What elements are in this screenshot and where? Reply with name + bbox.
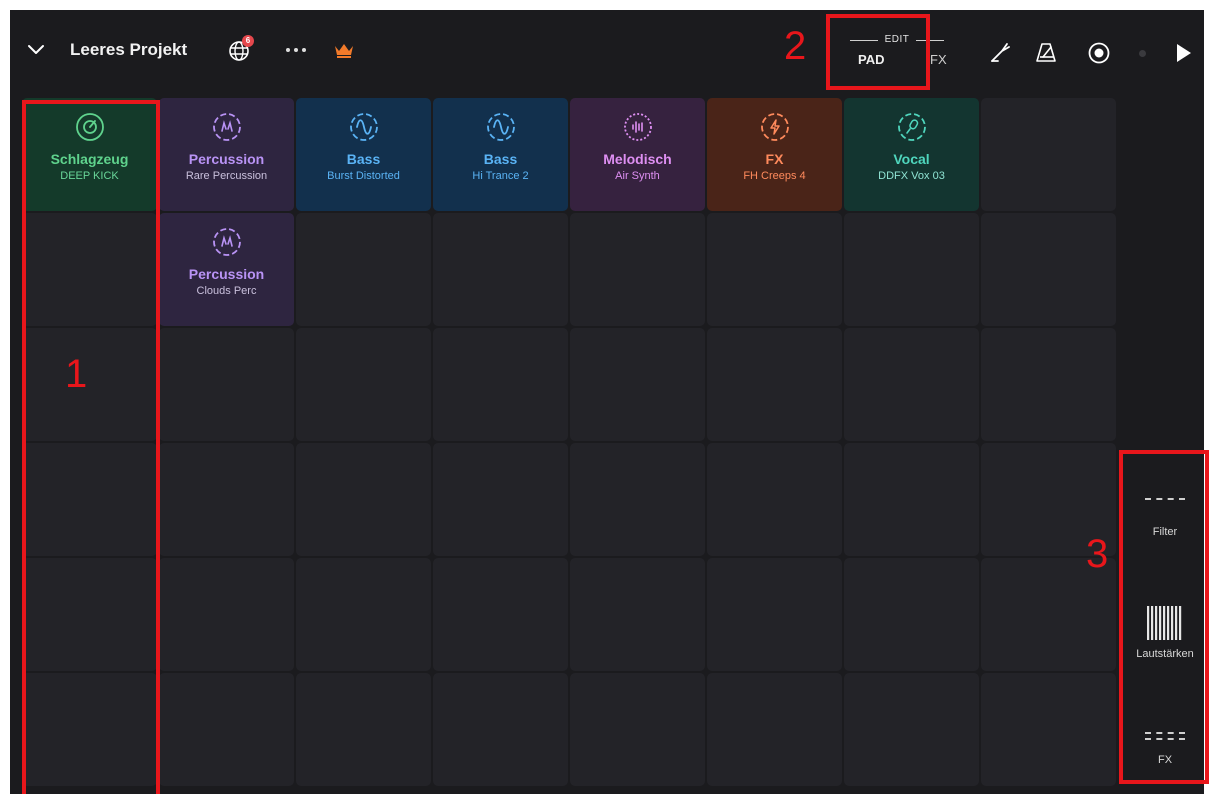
app-window: Leeres Projekt 6 EDIT PAD FX Schlagzeug … (10, 10, 1204, 794)
pad-sound-name: Rare Percussion (185, 170, 268, 182)
pad-sound-name: Clouds Perc (196, 285, 257, 297)
synth-icon (623, 112, 653, 142)
pad-sound-name: DDFX Vox 03 (878, 170, 945, 182)
empty-pad[interactable] (433, 328, 568, 441)
annotation-number-1: 1 (65, 352, 88, 396)
pad-name: Percussion (188, 151, 265, 167)
pad-bass[interactable]: Bass Hi Trance 2 (433, 98, 568, 211)
percussion-icon (212, 227, 242, 257)
empty-pad[interactable] (433, 558, 568, 671)
pad-bass[interactable]: Bass Burst Distorted (296, 98, 431, 211)
bass-wave-icon (486, 112, 516, 142)
empty-pad[interactable] (570, 328, 705, 441)
annotation-number-3: 3 (1086, 532, 1109, 576)
pad-grid: Schlagzeug DEEP KICK Percussion Rare Percu… (22, 98, 1116, 786)
top-bar: Leeres Projekt 6 EDIT PAD FX (10, 10, 1204, 90)
empty-pad[interactable] (159, 558, 294, 671)
globe-icon[interactable]: 6 (226, 35, 254, 64)
empty-pad[interactable] (433, 443, 568, 556)
empty-pad[interactable] (570, 443, 705, 556)
empty-pad[interactable] (844, 558, 979, 671)
pad-sound-name: Hi Trance 2 (472, 170, 529, 182)
empty-pad[interactable] (296, 328, 431, 441)
tuner-icon[interactable] (987, 40, 1013, 66)
pad-name: Bass (346, 151, 381, 167)
bass-wave-icon (349, 112, 379, 142)
pad-name: Vocal (893, 151, 930, 167)
empty-pad[interactable] (159, 443, 294, 556)
empty-pad[interactable] (570, 673, 705, 786)
empty-pad[interactable] (844, 213, 979, 326)
empty-pad[interactable] (707, 558, 842, 671)
pad-sound-name: Air Synth (615, 170, 660, 182)
empty-pad[interactable] (296, 673, 431, 786)
empty-pad[interactable] (707, 213, 842, 326)
pad-percussion[interactable]: Percussion Rare Percussion (159, 98, 294, 211)
chevron-down-icon[interactable] (24, 36, 48, 64)
record-icon[interactable] (1086, 40, 1112, 66)
more-options-icon[interactable] (282, 38, 310, 62)
empty-pad[interactable] (707, 328, 842, 441)
edit-fx-option[interactable]: FX (930, 52, 947, 67)
fx-bolt-icon (760, 112, 790, 142)
pad-name: Melodisch (603, 151, 672, 167)
empty-pad[interactable] (844, 328, 979, 441)
empty-pad[interactable] (570, 558, 705, 671)
empty-pad[interactable] (159, 673, 294, 786)
empty-pad[interactable] (981, 673, 1116, 786)
empty-pad[interactable] (981, 98, 1116, 211)
pad-melodisch[interactable]: Melodisch Air Synth (570, 98, 705, 211)
pad-name: FX (765, 151, 784, 167)
empty-pad[interactable] (981, 213, 1116, 326)
project-title[interactable]: Leeres Projekt (70, 40, 187, 60)
empty-pad[interactable] (570, 213, 705, 326)
pad-percussion[interactable]: Percussion Clouds Perc (159, 213, 294, 326)
pad-fx[interactable]: FX FH Creeps 4 (707, 98, 842, 211)
metronome-icon[interactable] (1033, 40, 1059, 66)
empty-pad[interactable] (844, 673, 979, 786)
microphone-icon (897, 112, 927, 142)
annotation-box-3 (1119, 450, 1209, 784)
empty-pad[interactable] (433, 673, 568, 786)
empty-pad[interactable] (707, 443, 842, 556)
empty-pad[interactable] (296, 213, 431, 326)
pad-sound-name: FH Creeps 4 (743, 170, 806, 182)
empty-pad[interactable] (433, 213, 568, 326)
empty-pad[interactable] (707, 673, 842, 786)
pad-vocal[interactable]: Vocal DDFX Vox 03 (844, 98, 979, 211)
annotation-box-2 (826, 14, 930, 90)
notification-badge: 6 (242, 35, 254, 47)
annotation-box-1 (22, 100, 160, 794)
status-dot (1139, 50, 1146, 57)
annotation-number-2: 2 (784, 24, 807, 68)
pad-name: Bass (483, 151, 518, 167)
empty-pad[interactable] (981, 328, 1116, 441)
play-icon[interactable] (1170, 40, 1196, 66)
percussion-icon (212, 112, 242, 142)
empty-pad[interactable] (159, 328, 294, 441)
empty-pad[interactable] (296, 558, 431, 671)
empty-pad[interactable] (296, 443, 431, 556)
crown-icon[interactable] (332, 39, 356, 61)
pad-name: Percussion (188, 266, 265, 282)
empty-pad[interactable] (844, 443, 979, 556)
pad-sound-name: Burst Distorted (327, 170, 400, 182)
